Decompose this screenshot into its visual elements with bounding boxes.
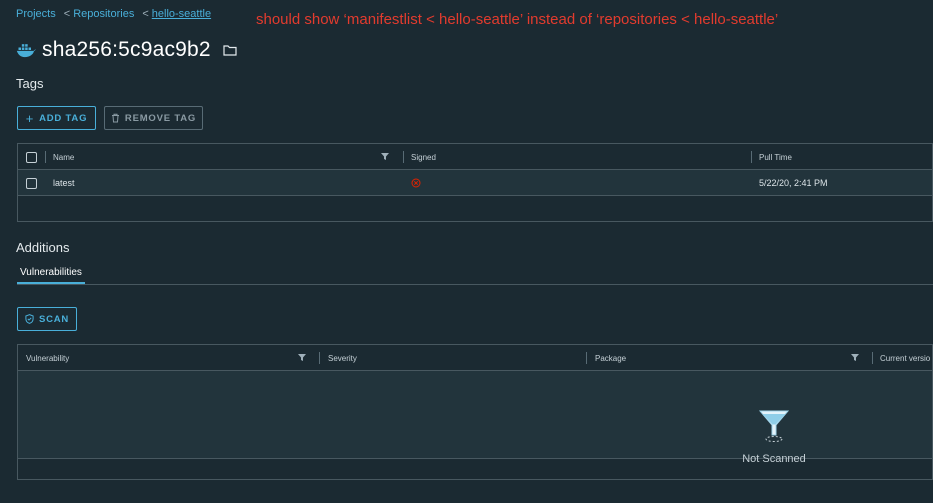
breadcrumb: Projects < Repositories < hello-seattle: [16, 8, 211, 20]
remove-tag-button[interactable]: REMOVE TAG: [104, 106, 203, 130]
table-row[interactable]: latest 5/22/20, 2:41 PM: [18, 170, 932, 196]
scan-label: SCAN: [38, 313, 70, 325]
column-header-pull-time[interactable]: Pull Time: [759, 144, 792, 170]
tags-grid-header: Name Signed Pull Time: [18, 144, 932, 170]
add-tag-button[interactable]: + ADD TAG: [17, 106, 96, 130]
column-header-name[interactable]: Name: [53, 144, 74, 170]
remove-tag-label: REMOVE TAG: [124, 112, 197, 124]
page-title: sha256:5c9ac9b2: [42, 38, 211, 61]
docker-icon: [16, 44, 36, 58]
page-header: sha256:5c9ac9b2: [16, 38, 237, 62]
empty-placeholder: Not Scanned: [18, 371, 932, 465]
vulnerabilities-grid-header: Vulnerability Severity Package Current v…: [18, 345, 932, 371]
tags-grid: Name Signed Pull Time latest 5/22/20, 2:…: [17, 143, 933, 222]
add-tag-label: ADD TAG: [39, 112, 88, 124]
column-header-severity[interactable]: Severity: [328, 345, 357, 371]
column-header-signed[interactable]: Signed: [411, 144, 436, 170]
vulnerabilities-grid: Vulnerability Severity Package Current v…: [17, 344, 933, 480]
shield-check-icon: [25, 314, 34, 324]
tab-divider: [17, 284, 933, 285]
breadcrumb-separator: <: [63, 8, 71, 20]
filter-icon[interactable]: [851, 354, 859, 362]
plus-icon: +: [25, 110, 35, 126]
breadcrumb-hello-seattle[interactable]: hello-seattle: [152, 8, 211, 20]
tags-section-title: Tags: [16, 76, 44, 91]
select-all-checkbox[interactable]: [26, 151, 37, 163]
breadcrumb-projects[interactable]: Projects: [16, 8, 56, 20]
tag-name-cell: latest: [53, 178, 75, 188]
filter-icon[interactable]: [381, 153, 389, 161]
pull-time-cell: 5/22/20, 2:41 PM: [759, 178, 828, 188]
row-checkbox[interactable]: [26, 177, 37, 189]
column-header-package[interactable]: Package: [595, 345, 626, 371]
column-header-current-version[interactable]: Current versio: [880, 345, 930, 371]
breadcrumb-separator: <: [142, 8, 149, 20]
annotation-note: should show ‘manifestlist < hello-seattl…: [256, 11, 779, 28]
scan-button[interactable]: SCAN: [17, 307, 77, 331]
tab-vulnerabilities[interactable]: Vulnerabilities: [17, 267, 85, 284]
trash-icon: [111, 113, 119, 123]
empty-state: Not Scanned: [718, 407, 830, 465]
additions-section-title: Additions: [16, 240, 70, 255]
empty-funnel-icon: [758, 410, 790, 442]
folder-icon[interactable]: [223, 44, 237, 56]
not-signed-icon: [411, 178, 421, 188]
filter-icon[interactable]: [298, 354, 306, 362]
not-scanned-label: Not Scanned: [742, 453, 806, 465]
breadcrumb-repositories[interactable]: Repositories: [73, 8, 134, 20]
column-header-vulnerability[interactable]: Vulnerability: [26, 345, 69, 371]
